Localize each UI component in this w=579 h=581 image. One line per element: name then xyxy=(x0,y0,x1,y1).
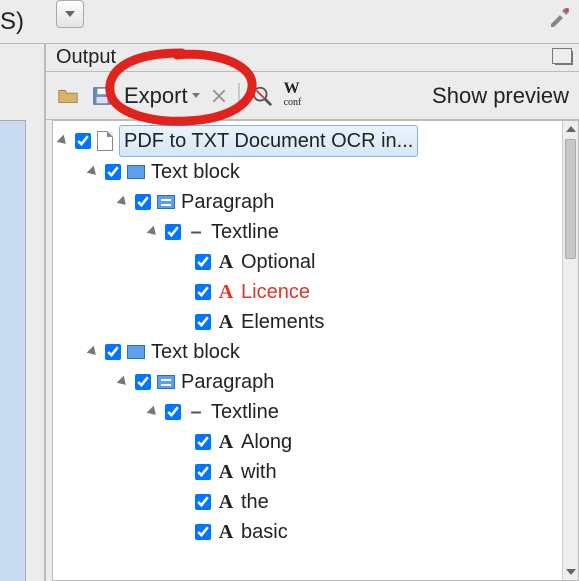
chevron-down-icon xyxy=(192,93,200,98)
expander-icon[interactable] xyxy=(57,135,70,148)
tree-checkbox[interactable] xyxy=(135,374,151,390)
tree-text-block[interactable]: Text block xyxy=(53,337,562,367)
scroll-down-icon[interactable] xyxy=(563,564,579,580)
tools-icon[interactable] xyxy=(547,6,571,30)
tree-label: Elements xyxy=(241,307,324,337)
tree-checkbox[interactable] xyxy=(195,254,211,270)
tree-label: Paragraph xyxy=(181,187,274,217)
tree-text-block[interactable]: Text block xyxy=(53,157,562,187)
export-button[interactable]: Export xyxy=(124,83,200,109)
tree-label: Textline xyxy=(211,217,279,247)
tree-checkbox[interactable] xyxy=(195,314,211,330)
scroll-up-icon[interactable] xyxy=(563,121,579,137)
word-confidence-icon[interactable]: Wconf xyxy=(284,82,302,110)
expander-icon[interactable] xyxy=(87,166,100,179)
tree-textline[interactable]: –Textline xyxy=(53,397,562,427)
tree-checkbox[interactable] xyxy=(195,524,211,540)
dropdown-button[interactable] xyxy=(56,0,84,28)
tree-root[interactable]: PDF to TXT Document OCR in... xyxy=(53,125,562,157)
tree-label: Paragraph xyxy=(181,367,274,397)
tree-word[interactable]: Abasic xyxy=(53,517,562,547)
restore-icon[interactable] xyxy=(555,51,573,65)
expander-icon[interactable] xyxy=(117,196,130,209)
tree-checkbox[interactable] xyxy=(105,164,121,180)
export-label: Export xyxy=(124,83,188,109)
tree-paragraph[interactable]: Paragraph xyxy=(53,187,562,217)
tree-word[interactable]: ALicence xyxy=(53,277,562,307)
expander-icon[interactable] xyxy=(87,346,100,359)
tree-textline[interactable]: –Textline xyxy=(53,217,562,247)
tree-label: Optional xyxy=(241,247,316,277)
tree-checkbox[interactable] xyxy=(165,404,181,420)
expander-icon[interactable] xyxy=(117,376,130,389)
tree-word[interactable]: AElements xyxy=(53,307,562,337)
tree-label: Text block xyxy=(151,337,240,367)
tree-label: Textline xyxy=(211,397,279,427)
tree-label: Text block xyxy=(151,157,240,187)
save-icon[interactable] xyxy=(90,84,114,108)
tree-label: with xyxy=(241,457,277,487)
scrollbar[interactable] xyxy=(562,121,578,580)
window-title-fragment: S) xyxy=(0,8,24,36)
tree-checkbox[interactable] xyxy=(105,344,121,360)
tree-checkbox[interactable] xyxy=(135,194,151,210)
tree-label: Along xyxy=(241,427,292,457)
gutter-strip xyxy=(0,120,26,581)
panel-title: Output xyxy=(56,46,555,69)
tree-word[interactable]: Athe xyxy=(53,487,562,517)
tree-label: Licence xyxy=(241,277,310,307)
tree-word[interactable]: Awith xyxy=(53,457,562,487)
document-tree: PDF to TXT Document OCR in...Text blockP… xyxy=(53,121,562,580)
tree-label: basic xyxy=(241,517,288,547)
open-folder-icon[interactable] xyxy=(56,84,80,108)
tree-checkbox[interactable] xyxy=(75,133,91,149)
tree-checkbox[interactable] xyxy=(195,434,211,450)
tree-paragraph[interactable]: Paragraph xyxy=(53,367,562,397)
tree-checkbox[interactable] xyxy=(195,494,211,510)
tree-checkbox[interactable] xyxy=(165,224,181,240)
magnifier-icon[interactable] xyxy=(250,84,274,108)
toolbar: Export Wconf Show preview xyxy=(46,72,579,120)
close-icon[interactable] xyxy=(210,87,228,105)
tree-checkbox[interactable] xyxy=(195,464,211,480)
tree-label: the xyxy=(241,487,269,517)
tree-word[interactable]: AAlong xyxy=(53,427,562,457)
show-preview-button[interactable]: Show preview xyxy=(432,83,569,109)
separator xyxy=(238,83,240,109)
expander-icon[interactable] xyxy=(147,226,160,239)
expander-icon[interactable] xyxy=(147,406,160,419)
tree-word[interactable]: AOptional xyxy=(53,247,562,277)
tree-label: PDF to TXT Document OCR in... xyxy=(119,125,418,157)
tree-checkbox[interactable] xyxy=(195,284,211,300)
scroll-thumb[interactable] xyxy=(565,139,576,259)
